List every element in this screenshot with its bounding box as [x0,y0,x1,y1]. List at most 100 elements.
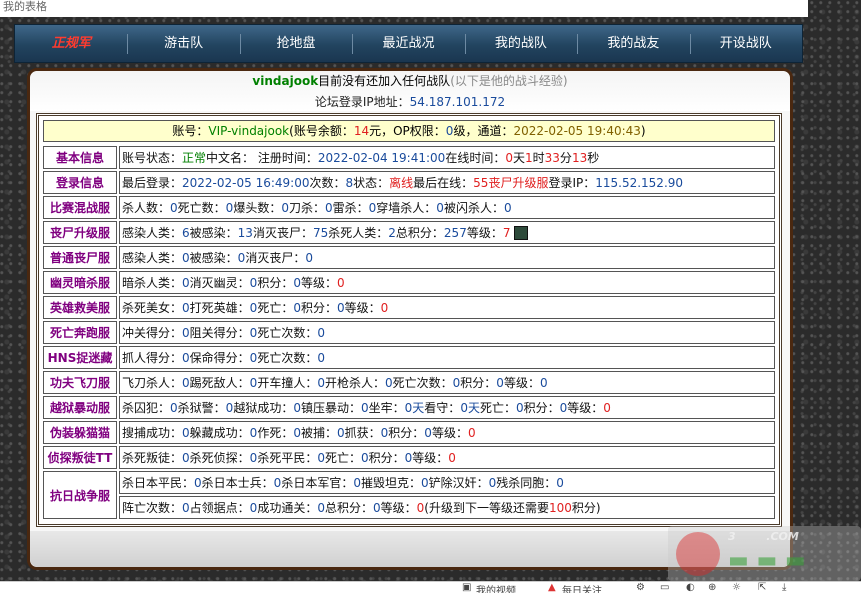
audio-icon[interactable]: ◐ [686,582,695,593]
rank-avatar-icon [514,225,529,240]
label: 中文名： 注册时间： [206,151,318,165]
value: 0 [556,475,564,490]
value: 0 [539,375,548,390]
anti-japan-war-line2: 阵亡次数： 0 占领据点： 0 成功通关： 0 总积分： 0 等级： 0 (升级到下一等级… [119,496,775,519]
label: 死亡数： [177,201,226,215]
value: 2 [388,225,396,240]
login-info-cell: 最后登录： 2022-02-05 16:49:00 次数： 8 状态： 离线 最后在线… [119,171,775,194]
value: 0 [353,475,361,490]
label: 躲藏成功： [189,426,250,440]
label: 等级： [567,401,604,415]
team-status-message: vindajook目前没有还加入任何战队(以下是他的战斗经验) [30,71,790,91]
label: 杀日本军官： [281,476,354,490]
unit: 天 [467,401,480,415]
value: 0 [293,275,301,290]
value: 0 [182,450,190,465]
label: 被感染： [189,251,238,265]
alert-icon[interactable]: ▲ [548,582,556,593]
login-ip: 115.52.152.90 [595,175,684,190]
label: 死亡： [324,451,361,465]
screen-icon[interactable]: ▭ [660,582,669,593]
anti-japan-war-cells: 杀日本平民： 0 杀日本士兵： 0 杀日本军官： 0 摧毁坦克： 0 铲除汉奸： 0 残杀… [119,471,775,519]
status-value: 正常 [182,151,207,165]
zombie-upgrade-cell: 感染人类： 6 被感染： 13 消灭丧尸： 75 杀死人类： 2 总积分： 257 等级：… [119,221,775,244]
label: 等级： [300,276,337,290]
label: 作死： [257,426,294,440]
label: 刀杀： [288,201,325,215]
reg-time: 2022-02-04 19:41:00 [317,150,446,165]
brightness-icon[interactable]: ☼ [732,582,741,593]
value: 0 [372,500,381,515]
value: 0 [436,200,444,215]
category-login-info: 登录信息 [43,171,117,194]
bottom-item-daily[interactable]: 每日关注 [562,582,602,593]
nav-item-regular-army[interactable]: 正规军 [15,24,127,63]
video-icon[interactable]: ▣ [462,582,471,593]
label: 总积分： [324,501,373,515]
days: 0 [505,150,513,165]
value: 0 [293,300,301,315]
unit: 时 [532,151,545,165]
label: 阻关得分： [189,326,250,340]
username-link[interactable]: vindajook [252,74,318,88]
table-row: 越狱暴动服 杀囚犯： 0 杀狱警： 0 越狱成功： 0 镇压暴动： 0 坐牢： 0 天 看守… [43,396,775,419]
label: 消灭幽灵： [189,276,250,290]
label: 最后在线： [413,176,474,190]
value: 0 [281,200,289,215]
table-row: 英雄救美服 杀死美女： 0 打死英雄： 0 死亡： 0 积分： 0 等级： 0 [43,296,775,319]
nav-item-create-team[interactable]: 开设战队 [689,24,802,63]
panel-header: vindajook目前没有还加入任何战队(以下是他的战斗经验) 论坛登录IP地址… [30,71,790,111]
value: 0 [182,350,190,365]
label: 成功通关： [257,501,318,515]
label: 杀狱警： [177,401,226,415]
value: 0 [420,475,429,490]
label: 看守： [424,401,461,415]
value: 0 [404,400,413,415]
label: 镇压暴动： [300,401,361,415]
value: 0 [237,250,246,265]
label: 杀日本士兵： [201,476,274,490]
settings-icon[interactable]: ⚙ [636,582,645,593]
nav-item-guerrilla[interactable]: 游击队 [127,24,239,63]
login-count: 8 [345,175,354,190]
label: 总积分： [395,226,444,240]
expand-icon[interactable]: ⇱ [758,582,766,593]
nav-item-my-comrades[interactable]: 我的战友 [577,24,689,63]
label: 穿墙杀人： [376,201,437,215]
value: 0 [368,200,377,215]
nav-item-grab-territory[interactable]: 抢地盘 [239,24,352,63]
last-server: 55丧尸升级服 [473,176,549,190]
category-prison-riot: 越狱暴动服 [43,396,117,419]
category-zombie-normal: 普通丧尸服 [43,246,117,269]
top-label: 我的表格 [3,0,47,13]
table-row: 抗日战争服 杀日本平民： 0 杀日本士兵： 0 杀日本军官： 0 摧毁坦克： 0 铲除汉… [43,471,775,519]
value: 0 [336,300,345,315]
category-hide-and-seek: 伪装躲猫猫 [43,421,117,444]
label: 等级： [412,451,449,465]
label: 登录IP： [548,176,596,190]
forum-ip-line: 论坛登录IP地址：54.187.101.172 [30,93,790,111]
zoom-icon[interactable]: ⊕ [708,582,716,593]
login-state: 离线 [389,176,414,190]
unit: 天 [512,151,525,165]
label: 积分： [300,301,337,315]
prison-riot-cell: 杀囚犯： 0 杀狱警： 0 越狱成功： 0 镇压暴动： 0 坐牢： 0 天 看守： 0 天 死亡… [119,396,775,419]
label: 最后登录： [122,176,183,190]
nav-item-my-team[interactable]: 我的战队 [464,24,577,63]
label: 状态： [353,176,390,190]
label: 次数： [309,176,346,190]
balance-label: (账号余额： [289,124,354,138]
label: 被感染： [189,226,238,240]
bottom-item-video[interactable]: 我的视频 [476,582,516,593]
nav-item-recent-battles[interactable]: 最近战况 [352,24,464,63]
download-icon[interactable]: ⤓ [782,582,786,593]
value: 0 [249,500,258,515]
value: 0 [182,375,190,390]
value: 0 [305,250,313,265]
label: 踢死敌人： [189,376,250,390]
value: 0 [293,425,301,440]
category-basic-info: 基本信息 [43,146,117,169]
value: 0 [384,375,393,390]
value: 0 [488,475,497,490]
label: 死亡次数： [257,351,318,365]
